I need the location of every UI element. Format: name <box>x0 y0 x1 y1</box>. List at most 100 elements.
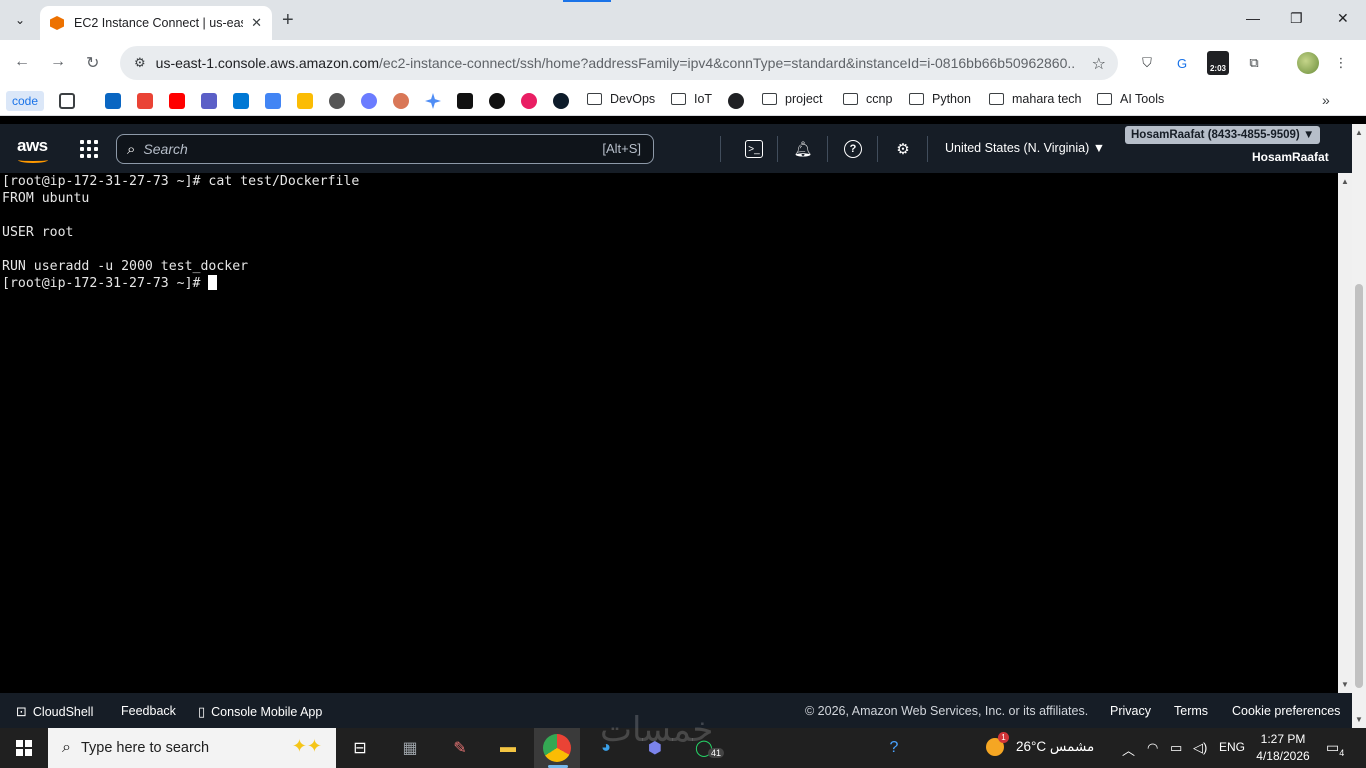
site-info-icon[interactable]: ⚙ <box>134 55 146 71</box>
music-icon[interactable] <box>521 93 537 109</box>
taskbar-search-input[interactable]: ⌕ Type here to search ✦✦ <box>48 728 336 768</box>
browser-tab-active[interactable]: EC2 Instance Connect | us-east-1 ✕ <box>40 6 272 40</box>
tab-close-icon[interactable]: ✕ <box>251 15 262 31</box>
extensions-puzzle-icon[interactable]: ⧉ <box>1243 52 1265 74</box>
bookmark-star-icon[interactable]: ☆ <box>1092 54 1106 74</box>
settings-gear-icon[interactable]: ⚙ <box>894 140 912 158</box>
battery-icon[interactable]: ▭ <box>1170 740 1182 756</box>
volume-icon[interactable]: ◁) <box>1193 740 1207 756</box>
timer-extension-icon[interactable]: 2:03 <box>1207 51 1229 75</box>
bookmark-folder-devops[interactable]: DevOps <box>587 92 655 106</box>
region-selector[interactable]: United States (N. Virginia) ▼ <box>945 141 1105 155</box>
restore-icon[interactable]: ❐ <box>1290 10 1303 27</box>
terminal-line: RUN useradd -u 2000 test_docker <box>2 259 249 274</box>
reload-icon[interactable]: ↻ <box>86 53 99 73</box>
scroll-down-icon[interactable]: ▼ <box>1341 680 1349 689</box>
linkedin-icon[interactable] <box>105 93 121 109</box>
feedback-link[interactable]: Feedback <box>121 704 176 718</box>
bookmark-circle-icon[interactable] <box>489 93 505 109</box>
task-view-icon[interactable]: ⊟ <box>346 734 374 762</box>
weather-widget[interactable]: 26°C مشمس <box>986 732 1094 756</box>
cloudshell-icon[interactable]: >_ <box>745 140 763 158</box>
outlook-icon[interactable] <box>233 93 249 109</box>
folder-label: AI Tools <box>1120 92 1165 106</box>
terminal-scrollbar[interactable]: ▲ ▼ <box>1338 173 1352 693</box>
account-user[interactable]: HosamRaafat <box>1252 150 1329 164</box>
browser-tab-strip: ⌄ EC2 Instance Connect | us-east-1 ✕ + —… <box>0 0 1366 40</box>
notifications-icon[interactable]: ▭4 <box>1326 739 1344 758</box>
search-icon: ⌕ <box>127 140 136 158</box>
bookmark-folder-mahara-tech[interactable]: mahara tech <box>989 92 1081 106</box>
back-arrow-icon[interactable]: ← <box>14 53 30 71</box>
cloudshell-button[interactable]: ⊡ CloudShell <box>16 704 93 720</box>
tray-chevron-icon[interactable]: ︿ <box>1122 740 1135 759</box>
help-tray-icon[interactable]: ? <box>880 734 908 762</box>
close-window-icon[interactable]: ✕ <box>1337 10 1349 27</box>
gemini-icon[interactable] <box>425 93 441 109</box>
ssh-terminal[interactable]: [root@ip-172-31-27-73 ~]# cat test/Docke… <box>0 173 1338 693</box>
url-host: us-east-1.console.aws.amazon.com <box>155 55 379 71</box>
url-text[interactable]: us-east-1.console.aws.amazon.com/ec2-ins… <box>156 55 1076 71</box>
profile-avatar[interactable] <box>1297 52 1319 74</box>
youtube-icon[interactable] <box>169 93 185 109</box>
shield-extension-icon[interactable]: ⛉ <box>1136 52 1158 74</box>
paint-icon[interactable]: ✎ <box>446 734 474 762</box>
keep-icon[interactable] <box>297 93 313 109</box>
terminal-cursor <box>208 275 218 290</box>
bookmark-code[interactable]: code <box>6 91 45 111</box>
page-scrollbar[interactable]: ▲ ▼ <box>1352 124 1366 728</box>
help-icon[interactable]: ? <box>844 140 862 158</box>
folder-icon <box>843 93 858 105</box>
bookmark-dark-icon[interactable] <box>457 93 473 109</box>
new-tab-plus-icon[interactable]: + <box>282 9 294 31</box>
bookmark-folder-ai-tools[interactable]: AI Tools <box>1097 92 1164 106</box>
minimize-icon[interactable]: — <box>1246 10 1260 26</box>
bookmarks-overflow-icon[interactable]: » <box>1322 92 1330 108</box>
bookmark-folder-project[interactable]: project <box>762 92 823 106</box>
scroll-down-icon[interactable]: ▼ <box>1355 715 1363 724</box>
aws-search-input[interactable]: ⌕ Search [Alt+S] <box>116 134 654 164</box>
windows-start-icon[interactable] <box>16 740 32 756</box>
globe-icon[interactable] <box>728 93 744 109</box>
menu-kebab-icon[interactable]: ⋮ <box>1330 52 1352 74</box>
chrome-icon[interactable] <box>543 734 571 762</box>
privacy-link[interactable]: Privacy <box>1110 704 1151 718</box>
forward-arrow-icon[interactable]: → <box>50 53 66 71</box>
taskbar-clock[interactable]: 1:27 PM 4/18/2026 <box>1252 731 1314 765</box>
bookmark-eye-icon[interactable] <box>553 93 569 109</box>
teams-icon[interactable] <box>201 93 217 109</box>
claude-icon[interactable] <box>393 93 409 109</box>
translate-icon[interactable] <box>265 93 281 109</box>
copilot-icon[interactable] <box>361 93 377 109</box>
apps-grid-icon[interactable] <box>59 93 75 109</box>
taskbar-search-placeholder: Type here to search <box>80 740 210 756</box>
nav-divider <box>877 136 878 162</box>
scrollbar-thumb[interactable] <box>1355 284 1363 688</box>
file-explorer-icon[interactable]: ▬ <box>494 734 522 762</box>
gmail-icon[interactable] <box>137 93 153 109</box>
language-indicator[interactable]: ENG <box>1219 740 1245 754</box>
notifications-bell-icon[interactable]: 🔔︎ <box>793 140 812 158</box>
address-bar[interactable]: ⚙ us-east-1.console.aws.amazon.com/ec2-i… <box>120 46 1118 80</box>
chatgpt-icon[interactable] <box>329 93 345 109</box>
tab-search-chevron-icon[interactable]: ⌄ <box>8 8 32 32</box>
terms-link[interactable]: Terms <box>1174 704 1208 718</box>
mobile-app-link[interactable]: ▯ Console Mobile App <box>198 704 322 720</box>
services-grid-icon[interactable] <box>80 140 98 158</box>
wifi-icon[interactable]: ◠ <box>1147 740 1158 756</box>
folder-icon <box>909 93 924 105</box>
aws-logo[interactable]: aws <box>17 136 48 156</box>
bookmark-folder-ccnp[interactable]: ccnp <box>843 92 892 106</box>
folder-label: ccnp <box>866 92 893 106</box>
cookie-preferences-link[interactable]: Cookie preferences <box>1232 704 1340 718</box>
bookmark-folder-iot[interactable]: IoT <box>671 92 712 106</box>
search-shortcut: [Alt+S] <box>602 141 641 156</box>
scroll-up-icon[interactable]: ▲ <box>1355 128 1363 137</box>
scroll-up-icon[interactable]: ▲ <box>1341 177 1349 186</box>
folder-icon <box>762 93 777 105</box>
bookmark-folder-python[interactable]: Python <box>909 92 971 106</box>
account-badge[interactable]: HosamRaafat (8433-4855-9509) ▼ <box>1125 126 1321 144</box>
translate-extension-icon[interactable]: G <box>1171 52 1193 74</box>
calculator-icon[interactable]: ▦ <box>396 734 424 762</box>
folder-label: mahara tech <box>1012 92 1082 106</box>
